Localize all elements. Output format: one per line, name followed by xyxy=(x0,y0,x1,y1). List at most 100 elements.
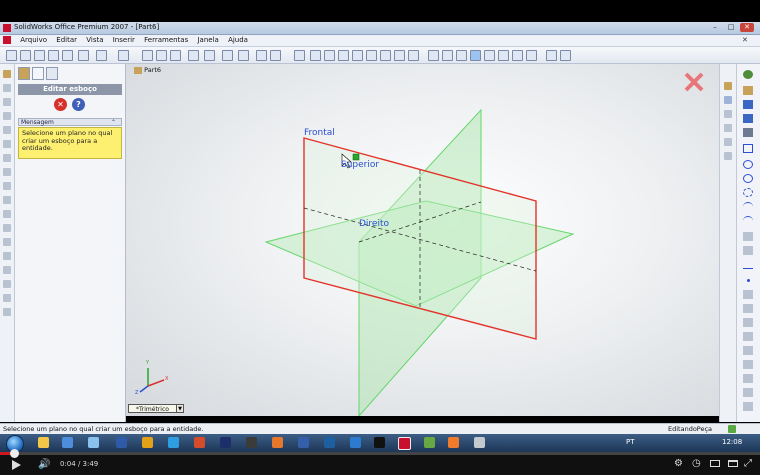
rebuild-icon[interactable] xyxy=(156,50,167,61)
menu-inserir[interactable]: Inserir xyxy=(113,35,135,46)
tab-configuration-manager[interactable] xyxy=(46,67,58,80)
text-icon[interactable] xyxy=(743,304,753,313)
file-explorer-icon[interactable] xyxy=(724,110,732,118)
menu-ferramentas[interactable]: Ferramentas xyxy=(144,35,188,46)
scrubber-knob[interactable] xyxy=(9,449,19,458)
hidden-lines-visible-icon[interactable] xyxy=(442,50,453,61)
skype-icon[interactable] xyxy=(168,437,179,448)
doc-close-icon[interactable]: ✕ xyxy=(742,36,748,44)
chrome-icon[interactable] xyxy=(194,437,205,448)
app-icon-6[interactable] xyxy=(324,437,335,448)
rebuild-status-icon[interactable] xyxy=(728,425,736,433)
zoom-selection-icon[interactable] xyxy=(352,50,363,61)
app-icon-5[interactable] xyxy=(298,437,309,448)
loft-icon[interactable] xyxy=(3,126,11,134)
sketch-fillet-icon[interactable] xyxy=(743,318,753,327)
close-button[interactable]: ✕ xyxy=(740,23,754,32)
shadows-icon[interactable] xyxy=(498,50,509,61)
circle-icon[interactable] xyxy=(743,160,753,169)
features-icon[interactable] xyxy=(3,70,11,78)
zoom-to-fit-icon[interactable] xyxy=(310,50,321,61)
mirror-entities-icon[interactable] xyxy=(743,374,753,383)
rectangle-icon[interactable] xyxy=(743,144,753,153)
wireframe-icon[interactable] xyxy=(428,50,439,61)
collapse-icon[interactable]: ⌃ xyxy=(111,119,116,126)
language-indicator[interactable]: PT xyxy=(626,438,635,446)
perspective-icon[interactable] xyxy=(526,50,537,61)
app-icon-1[interactable] xyxy=(116,437,127,448)
view-palette-icon[interactable] xyxy=(724,138,732,146)
mirror-icon[interactable] xyxy=(3,294,11,302)
shell-icon[interactable] xyxy=(3,224,11,232)
tab-property-manager[interactable] xyxy=(32,67,44,80)
point-icon[interactable] xyxy=(743,276,753,285)
help-button[interactable]: ? xyxy=(72,98,85,111)
cut-extrude-icon[interactable] xyxy=(3,140,11,148)
view-dropdown-icon[interactable]: ▼ xyxy=(176,404,184,413)
rotate-icon[interactable] xyxy=(366,50,377,61)
clock[interactable]: 12:08 xyxy=(722,438,742,446)
ie-icon[interactable] xyxy=(62,437,73,448)
shaded-icon[interactable] xyxy=(484,50,495,61)
pan-icon[interactable] xyxy=(380,50,391,61)
centerpoint-arc-icon[interactable] xyxy=(743,202,753,211)
app-icon-9[interactable] xyxy=(424,437,435,448)
sketch-icon[interactable] xyxy=(743,86,753,95)
spline-icon[interactable] xyxy=(743,260,753,269)
view-orientation-icon[interactable] xyxy=(238,50,249,61)
section-view-icon[interactable] xyxy=(512,50,523,61)
standard-views-icon[interactable] xyxy=(408,50,419,61)
centerline-icon[interactable] xyxy=(743,290,753,299)
offset-entities-icon[interactable] xyxy=(743,332,753,341)
fullscreen-icon[interactable]: ⤢ xyxy=(744,458,752,469)
line-icon[interactable] xyxy=(743,128,753,137)
convert-entities-icon[interactable] xyxy=(743,346,753,355)
app-icon-7[interactable] xyxy=(350,437,361,448)
app-icon-11[interactable] xyxy=(474,437,485,448)
menu-ajuda[interactable]: Ajuda xyxy=(228,35,248,46)
smart-dimension-icon[interactable] xyxy=(204,50,215,61)
firefox-icon[interactable] xyxy=(272,437,283,448)
print-preview-icon[interactable] xyxy=(62,50,73,61)
new-icon[interactable] xyxy=(6,50,17,61)
cancel-button[interactable]: ✕ xyxy=(54,98,67,111)
display-relations-icon[interactable] xyxy=(743,402,753,411)
fillet-icon[interactable] xyxy=(3,182,11,190)
tangent-arc-icon[interactable] xyxy=(743,188,753,197)
app-icon-4[interactable] xyxy=(246,437,257,448)
app-icon-3[interactable] xyxy=(220,437,231,448)
play-icon[interactable] xyxy=(12,460,21,470)
ellipse-icon[interactable] xyxy=(743,246,753,255)
menu-janela[interactable]: Janela xyxy=(197,35,218,46)
menu-arquivo[interactable]: Arquivo xyxy=(20,35,47,46)
hidden-lines-removed-icon[interactable] xyxy=(456,50,467,61)
theater-mode-icon[interactable] xyxy=(728,460,738,467)
smart-dimension-icon[interactable] xyxy=(743,114,753,123)
trim-entities-icon[interactable] xyxy=(743,360,753,369)
resources-icon[interactable] xyxy=(724,82,732,90)
progress-track[interactable] xyxy=(0,449,760,458)
photoworks-icon[interactable] xyxy=(560,50,571,61)
redo-icon[interactable] xyxy=(118,50,129,61)
perimeter-circle-icon[interactable] xyxy=(743,174,753,183)
chamfer-icon[interactable] xyxy=(3,196,11,204)
open-icon[interactable] xyxy=(20,50,31,61)
print-icon[interactable] xyxy=(48,50,59,61)
app-icon-8[interactable] xyxy=(374,437,385,448)
cut-icon[interactable] xyxy=(78,50,89,61)
app-icon-2[interactable] xyxy=(142,437,153,448)
graphics-area[interactable]: Frontal Superior Direito Part6 Y X Z *Tr… xyxy=(126,64,719,416)
minimize-button[interactable]: – xyxy=(708,23,722,32)
feature-tree-flyout[interactable]: Part6 xyxy=(134,66,161,74)
reference-geometry-icon[interactable] xyxy=(3,308,11,316)
linear-sketch-pattern-icon[interactable] xyxy=(743,388,753,397)
linear-pattern-icon[interactable] xyxy=(3,266,11,274)
menu-editar[interactable]: Editar xyxy=(56,35,77,46)
realview-icon[interactable] xyxy=(270,50,281,61)
front-plane[interactable] xyxy=(303,137,537,340)
watch-later-icon[interactable]: ◷ xyxy=(692,458,701,469)
menu-vista[interactable]: Vista xyxy=(86,35,103,46)
hole-icon[interactable] xyxy=(3,252,11,260)
cut-sweep-icon[interactable] xyxy=(3,168,11,176)
tab-feature-manager[interactable] xyxy=(18,67,30,80)
